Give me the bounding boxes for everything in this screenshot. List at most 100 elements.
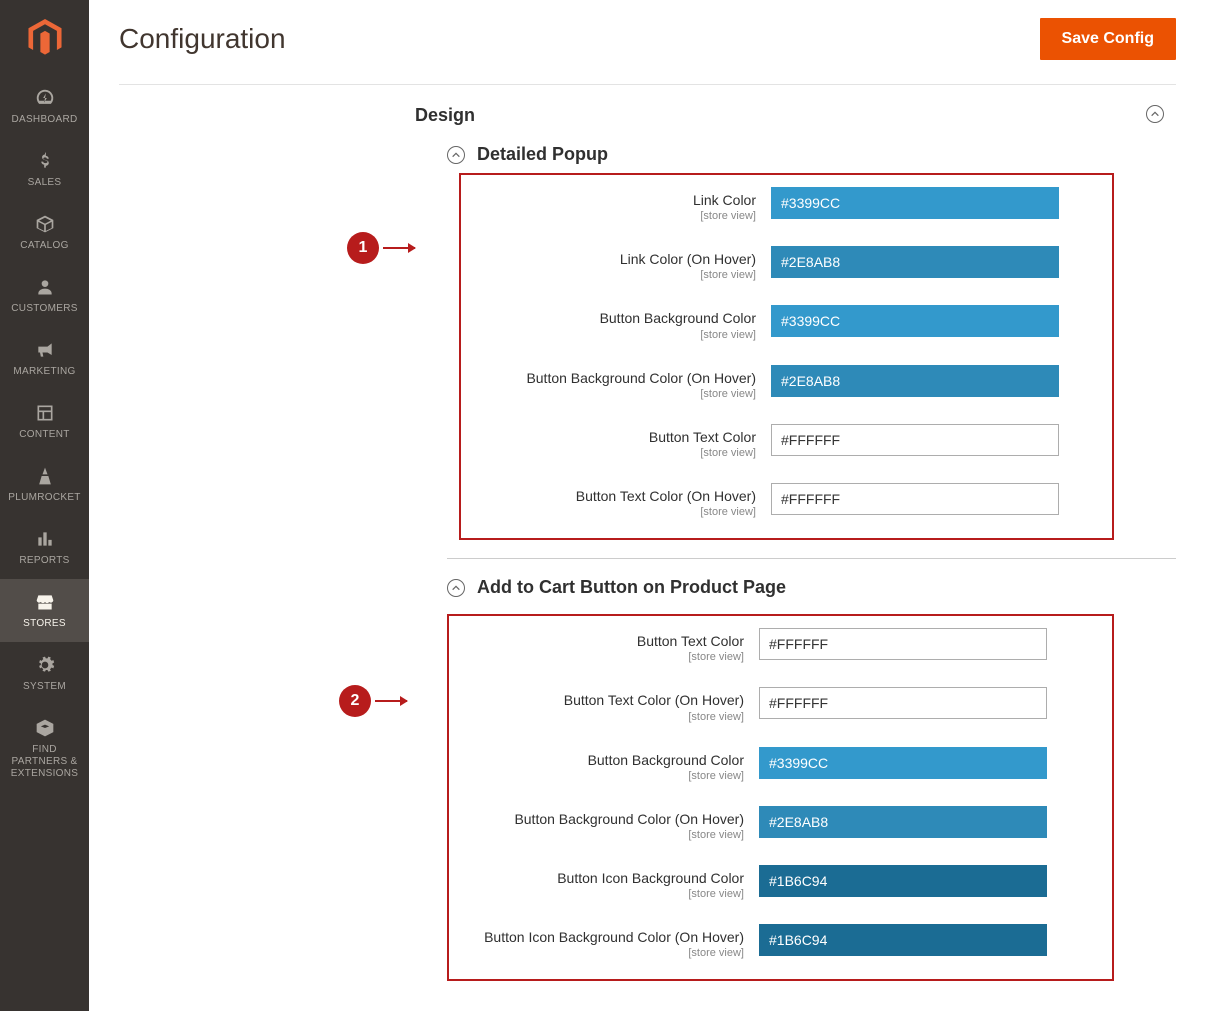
plumrocket-icon <box>34 465 56 487</box>
field-label: Link Color <box>461 191 756 209</box>
cart-icon-bg-input[interactable] <box>759 865 1047 897</box>
nav-label: CATALOG <box>20 240 68 252</box>
addtocart-toggle[interactable] <box>447 579 465 597</box>
cart-btn-bg-input[interactable] <box>759 747 1047 779</box>
field-scope: [store view] <box>449 711 744 723</box>
nav-plumrocket[interactable]: PLUMROCKET <box>0 453 89 516</box>
btn-text-hover-input[interactable] <box>771 483 1059 515</box>
nav-label: MARKETING <box>13 366 75 378</box>
person-icon <box>34 276 56 298</box>
cart-btn-text-input[interactable] <box>759 628 1047 660</box>
nav-label: CUSTOMERS <box>11 303 77 315</box>
field-cart-icon-bg-hover: Button Icon Background Color (On Hover) … <box>449 924 1092 959</box>
field-scope: [store view] <box>449 888 744 900</box>
chart-icon <box>34 528 56 550</box>
field-link-color-hover: Link Color (On Hover) [store view] <box>461 246 1092 281</box>
nav-label: STORES <box>23 618 66 630</box>
magento-logo-icon <box>28 19 62 57</box>
nav-stores[interactable]: STORES <box>0 579 89 642</box>
nav-customers[interactable]: CUSTOMERS <box>0 264 89 327</box>
field-scope: [store view] <box>461 210 756 222</box>
megaphone-icon <box>34 339 56 361</box>
save-config-button[interactable]: Save Config <box>1040 18 1176 60</box>
field-label: Button Background Color (On Hover) <box>449 810 744 828</box>
design-collapse-toggle[interactable] <box>1146 105 1164 123</box>
detailed-popup-toggle[interactable] <box>447 146 465 164</box>
annotation-2-badge: 2 <box>339 685 371 717</box>
nav-label: REPORTS <box>19 555 69 567</box>
dashboard-icon <box>34 87 56 109</box>
field-label: Button Text Color (On Hover) <box>449 691 744 709</box>
field-cart-btn-text-hover: Button Text Color (On Hover) [store view… <box>449 687 1092 722</box>
field-scope: [store view] <box>449 651 744 663</box>
field-scope: [store view] <box>449 770 744 782</box>
chevron-up-icon <box>451 583 461 593</box>
field-label: Button Background Color (On Hover) <box>461 369 756 387</box>
page-header: Configuration Save Config <box>119 0 1176 85</box>
nav-label: SALES <box>28 177 62 189</box>
field-scope: [store view] <box>461 447 756 459</box>
annotation-1: 1 <box>347 232 415 264</box>
field-scope: [store view] <box>461 269 756 281</box>
field-scope: [store view] <box>449 829 744 841</box>
partners-icon <box>34 717 56 739</box>
nav-label: PLUMROCKET <box>8 492 80 504</box>
field-label: Button Text Color (On Hover) <box>461 487 756 505</box>
detailed-popup-header[interactable]: Detailed Popup <box>447 144 1176 165</box>
link-color-hover-input[interactable] <box>771 246 1059 278</box>
nav-sales[interactable]: SALES <box>0 138 89 201</box>
field-label: Button Icon Background Color (On Hover) <box>449 928 744 946</box>
layout-icon <box>34 402 56 424</box>
addtocart-header[interactable]: Add to Cart Button on Product Page <box>447 577 1176 598</box>
magento-logo[interactable] <box>0 0 89 75</box>
link-color-input[interactable] <box>771 187 1059 219</box>
field-label: Button Icon Background Color <box>449 869 744 887</box>
btn-bg-hover-input[interactable] <box>771 365 1059 397</box>
field-scope: [store view] <box>461 506 756 518</box>
detailed-popup-fields: Link Color [store view] Link Color (On H… <box>459 173 1114 540</box>
field-label: Button Background Color <box>449 751 744 769</box>
annotation-1-badge: 1 <box>347 232 379 264</box>
field-cart-btn-bg-hover: Button Background Color (On Hover) [stor… <box>449 806 1092 841</box>
field-label: Button Text Color <box>461 428 756 446</box>
field-label: Button Text Color <box>449 632 744 650</box>
cart-btn-bg-hover-input[interactable] <box>759 806 1047 838</box>
cart-btn-text-hover-input[interactable] <box>759 687 1047 719</box>
box-icon <box>34 213 56 235</box>
nav-label: FIND PARTNERS & EXTENSIONS <box>4 744 85 780</box>
nav-system[interactable]: SYSTEM <box>0 642 89 705</box>
nav-label: CONTENT <box>19 429 69 441</box>
field-btn-bg-hover: Button Background Color (On Hover) [stor… <box>461 365 1092 400</box>
dollar-icon <box>34 150 56 172</box>
nav-content[interactable]: CONTENT <box>0 390 89 453</box>
nav-partners[interactable]: FIND PARTNERS & EXTENSIONS <box>0 705 89 792</box>
nav-marketing[interactable]: MARKETING <box>0 327 89 390</box>
store-icon <box>34 591 56 613</box>
field-cart-btn-bg: Button Background Color [store view] <box>449 747 1092 782</box>
nav-dashboard[interactable]: DASHBOARD <box>0 75 89 138</box>
btn-text-input[interactable] <box>771 424 1059 456</box>
gear-icon <box>34 654 56 676</box>
design-title: Design <box>415 105 475 126</box>
nav-reports[interactable]: REPORTS <box>0 516 89 579</box>
annotation-arrow-icon <box>375 700 407 702</box>
section-divider <box>447 558 1176 559</box>
detailed-popup-title: Detailed Popup <box>477 144 608 165</box>
field-btn-text: Button Text Color [store view] <box>461 424 1092 459</box>
field-cart-icon-bg: Button Icon Background Color [store view… <box>449 865 1092 900</box>
cart-icon-bg-hover-input[interactable] <box>759 924 1047 956</box>
annotation-2: 2 <box>339 685 407 717</box>
field-btn-text-hover: Button Text Color (On Hover) [store view… <box>461 483 1092 518</box>
chevron-up-icon <box>1150 109 1160 119</box>
nav-catalog[interactable]: CATALOG <box>0 201 89 264</box>
btn-bg-input[interactable] <box>771 305 1059 337</box>
page-title: Configuration <box>119 23 1040 55</box>
field-btn-bg: Button Background Color [store view] <box>461 305 1092 340</box>
admin-sidebar: DASHBOARD SALES CATALOG CUSTOMERS MARKET… <box>0 0 89 1011</box>
design-section-header: Design <box>119 105 1176 136</box>
addtocart-title: Add to Cart Button on Product Page <box>477 577 786 598</box>
field-scope: [store view] <box>461 329 756 341</box>
field-label: Button Background Color <box>461 309 756 327</box>
nav-label: SYSTEM <box>23 681 66 693</box>
nav-label: DASHBOARD <box>11 114 77 126</box>
